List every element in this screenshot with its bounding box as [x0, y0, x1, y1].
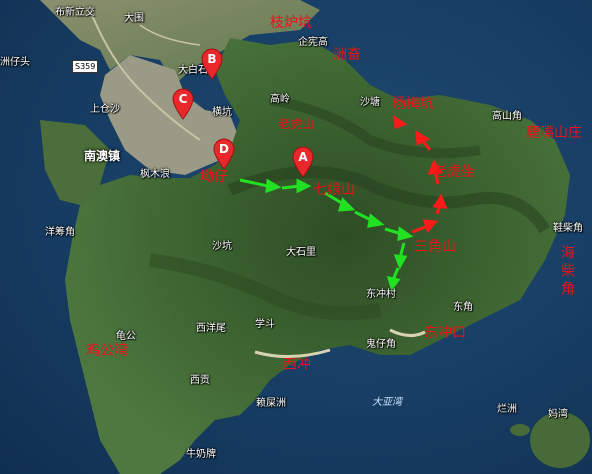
- annotation-label: 鹿嘴山庄: [526, 125, 582, 141]
- place-label: 龟公: [116, 331, 136, 342]
- water-label-dayawan: 大亚湾: [372, 397, 402, 408]
- satellite-map[interactable]: S359 布新立交 大围 洲仔头 大白石 企宪高 横坑 高岭 上仓沙 沙塘 高山…: [0, 0, 592, 474]
- place-label: 鬼仔角: [366, 339, 396, 350]
- place-label: 横坑: [212, 107, 232, 118]
- place-label: 洲仔头: [0, 57, 30, 68]
- place-label: 东冲村: [366, 289, 396, 300]
- annotation-label: 鸡公湾: [86, 343, 128, 359]
- place-label: 高山角: [492, 111, 522, 122]
- map-marker-d[interactable]: D: [213, 138, 235, 170]
- place-label: 布新立交: [55, 7, 95, 18]
- annotation-label-qiniangshan: 七娘山: [313, 182, 355, 198]
- place-label: 赖屎洲: [256, 398, 286, 409]
- place-label: 东角: [453, 302, 473, 313]
- island-small: [510, 424, 530, 436]
- map-marker-c[interactable]: C: [172, 88, 194, 120]
- place-label: 企宪高: [298, 37, 328, 48]
- place-label: 高岭: [270, 94, 290, 105]
- annotation-label: 坳仔: [200, 169, 228, 185]
- place-label: 洋筹角: [45, 227, 75, 238]
- annotation-label: 洲奋: [333, 47, 361, 63]
- place-label: 西洋尾: [196, 323, 226, 334]
- annotation-label: 老虎山: [278, 117, 315, 131]
- place-label: 牛奶牌: [186, 449, 216, 460]
- annotation-label: 老虎坐: [433, 164, 475, 180]
- place-label: 烂洲: [497, 404, 517, 415]
- island-east: [530, 412, 590, 468]
- annotation-label-sanjiaoshan: 三角山: [414, 239, 456, 255]
- place-label: 沙坑: [212, 241, 232, 252]
- place-label: 西贡: [190, 375, 210, 386]
- place-label: 枫木浪: [140, 169, 170, 180]
- place-label: 妈湾: [548, 409, 568, 420]
- place-label: 沙塘: [360, 97, 380, 108]
- annotation-label: 杨梅坑: [392, 96, 434, 112]
- place-label: 大围: [124, 13, 144, 24]
- annotation-label: 东冲口: [424, 325, 466, 341]
- place-label: 上仓沙: [90, 104, 120, 115]
- road-shield-s359: S359: [72, 60, 99, 73]
- map-marker-a[interactable]: A: [292, 146, 314, 178]
- map-marker-b[interactable]: B: [201, 48, 223, 80]
- annotation-label-vertical: 海柴角: [559, 245, 575, 299]
- town-label-nanao: 南澳镇: [84, 149, 121, 163]
- annotation-label: 枝炉坑: [270, 15, 312, 31]
- place-label: 鞋柴角: [553, 223, 583, 234]
- place-label: 大石里: [286, 247, 316, 258]
- place-label: 学斗: [255, 319, 275, 330]
- annotation-label: 西冲: [283, 357, 311, 373]
